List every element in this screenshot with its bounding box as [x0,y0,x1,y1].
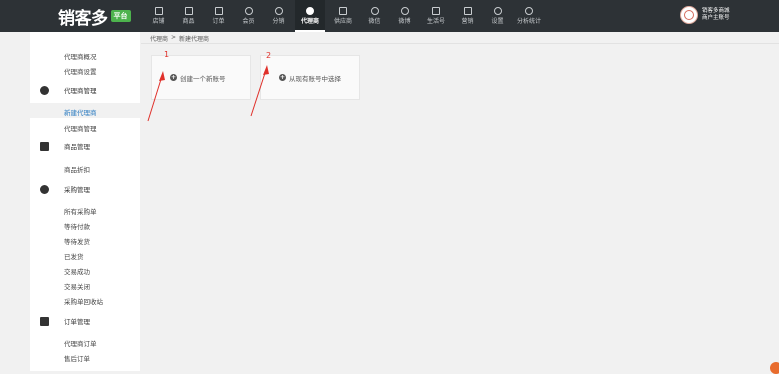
floating-action-icon[interactable] [770,362,779,374]
annotation-arrow-2 [250,69,267,117]
annotation-arrowhead-1 [159,71,165,81]
annotation-arrows [147,65,269,122]
annotation-arrowhead-2 [263,65,269,75]
annotation-arrow-1 [147,75,163,122]
